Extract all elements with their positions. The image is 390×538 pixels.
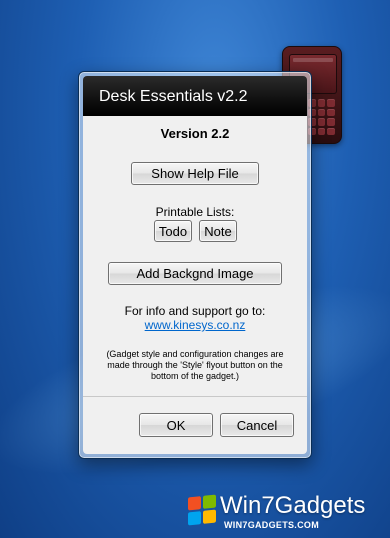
add-background-image-button[interactable]: Add Backgnd Image	[108, 262, 282, 285]
todo-button[interactable]: Todo	[154, 220, 192, 242]
dialog-content: Version 2.2 Show Help File Printable Lis…	[83, 116, 307, 454]
info-support-label: For info and support go to:	[124, 304, 266, 318]
note-button[interactable]: Note	[199, 220, 237, 242]
show-help-file-button[interactable]: Show Help File	[131, 162, 259, 185]
dialog-footer: OK Cancel	[83, 396, 307, 454]
dialog-title: Desk Essentials v2.2	[99, 88, 248, 105]
settings-dialog: Desk Essentials v2.2 Version 2.2 Show He…	[78, 71, 312, 459]
watermark-brand: Win7Gadgets	[220, 492, 366, 519]
version-label: Version 2.2	[160, 126, 230, 141]
printable-lists-label: Printable Lists:	[155, 205, 235, 219]
watermark-url: WIN7GADGETS.COM	[224, 520, 320, 530]
style-note-text: (Gadget style and configuration changes …	[106, 349, 284, 381]
win7gadgets-watermark: Win7Gadgets WIN7GADGETS.COM	[186, 491, 390, 537]
ok-button[interactable]: OK	[139, 413, 213, 437]
dialog-titlebar: Desk Essentials v2.2	[83, 76, 307, 116]
cancel-button[interactable]: Cancel	[220, 413, 294, 437]
windows-flag-icon	[188, 494, 216, 526]
support-link[interactable]: www.kinesys.co.nz	[83, 318, 307, 332]
